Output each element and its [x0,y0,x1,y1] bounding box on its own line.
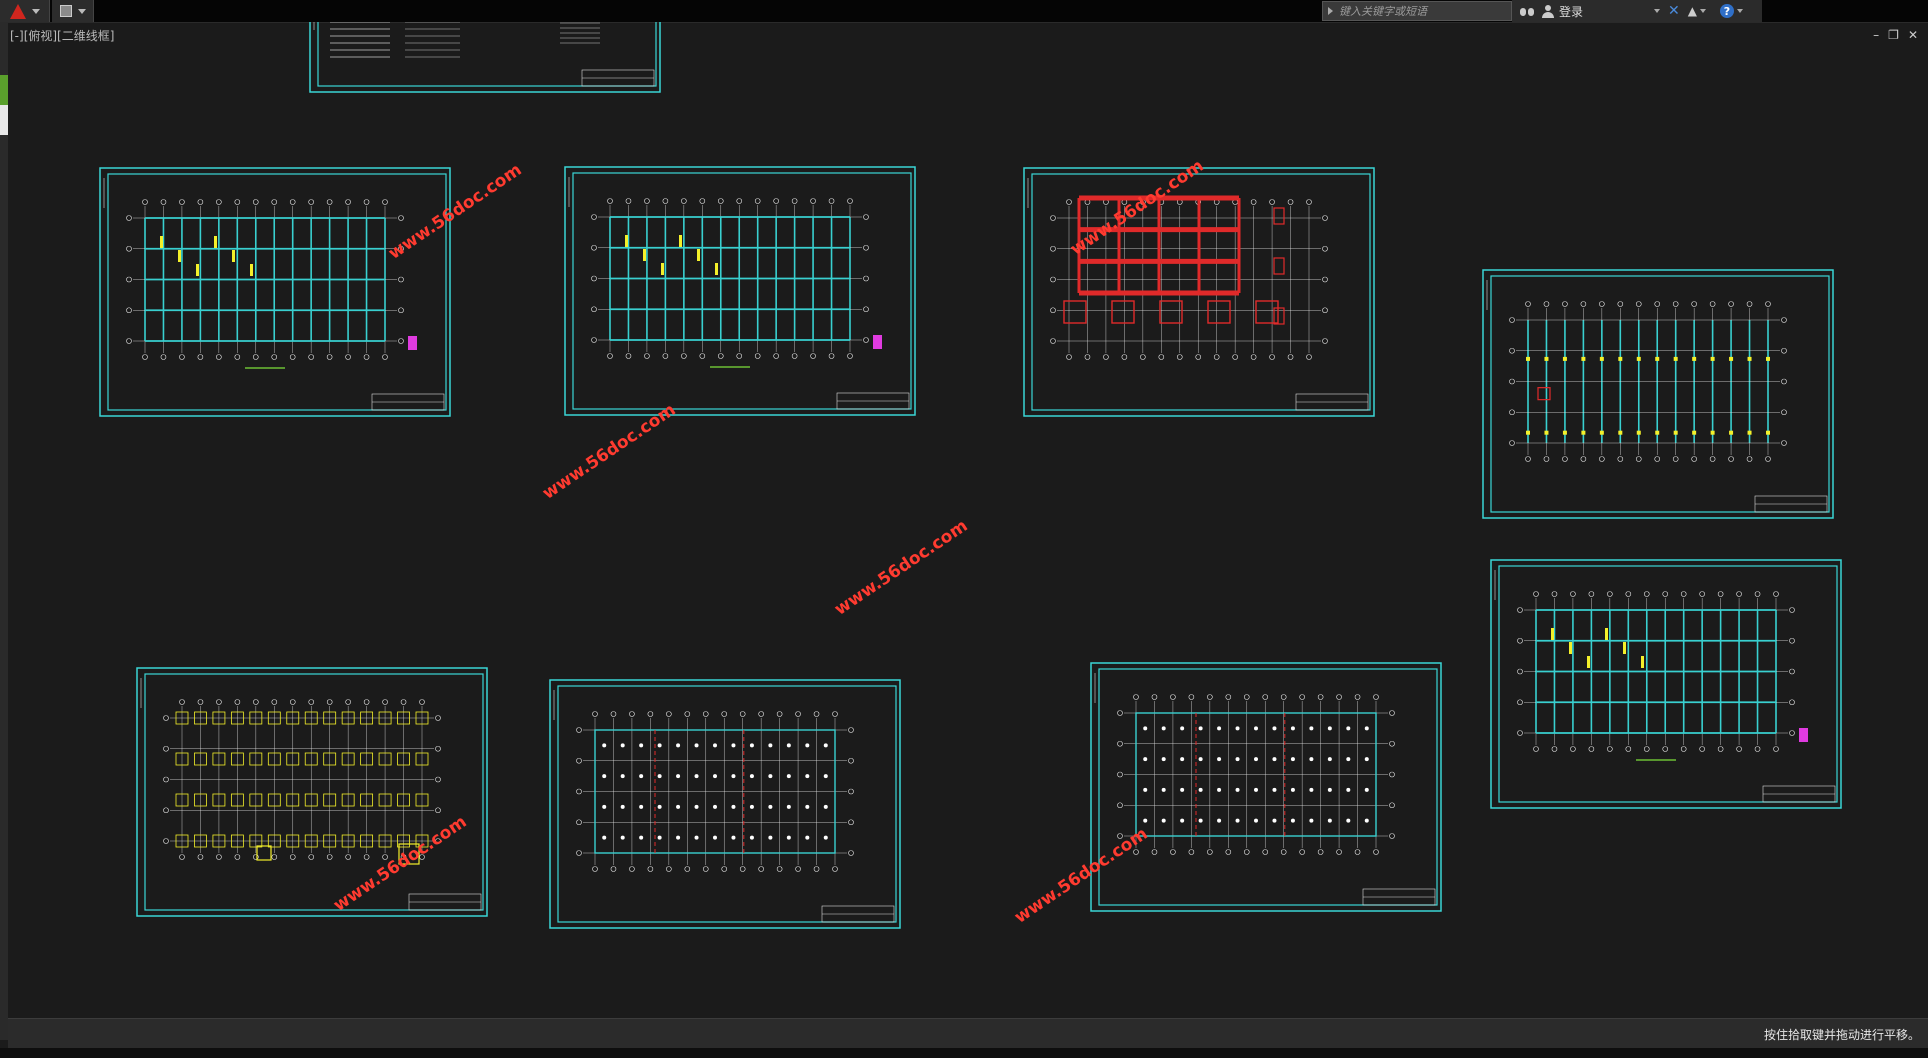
expand-arrow-icon[interactable] [1328,7,1333,15]
left-panel-tab[interactable] [0,105,8,135]
a360-button[interactable]: ▲ [1688,4,1706,18]
chevron-down-icon [77,8,86,14]
chevron-down-icon [1654,9,1661,13]
exchange-apps-button[interactable]: ✕ [1668,3,1680,19]
minimize-icon[interactable]: – [1873,28,1879,42]
sign-in-button[interactable]: 登录 [1542,3,1583,20]
a360-icon: ▲ [1687,4,1697,18]
chevron-down-icon [1736,9,1743,13]
search-binoculars-button[interactable] [1520,5,1534,17]
drawing-canvas[interactable]: www.56doc.com www.56doc.com www.56doc.com w… [8,22,1928,1022]
autocad-logo-icon [9,3,26,19]
drawing-window-controls: – ❐ ✕ [1873,28,1918,42]
close-icon[interactable]: ✕ [1908,28,1918,42]
search-box[interactable] [1322,1,1512,21]
drawing-sheet[interactable] [564,166,916,416]
drawing-sheet[interactable] [99,167,451,417]
window-bottom-edge [0,1048,1928,1058]
status-message: 按住拾取键并拖动进行平移。 [1763,1028,1920,1042]
watermark-text: www.56doc.com [330,812,471,916]
left-panel-edge [0,22,8,1040]
watermark-text: www.56doc.com [385,160,526,264]
drawing-sheet[interactable] [1023,167,1375,417]
title-bar: 登录 ✕ ▲ ? [0,0,1928,23]
sign-in-label: 登录 [1559,4,1584,19]
x-exchange-icon: ✕ [1668,3,1680,19]
left-panel-tab[interactable] [0,75,8,105]
watermark-text: www.56doc.com [1067,156,1208,260]
drawing-sheet[interactable] [136,667,488,917]
status-bar: 按住拾取键并拖动进行平移。 [8,1018,1928,1048]
user-icon [1542,4,1554,18]
restore-icon[interactable]: ❐ [1888,28,1899,42]
info-center-toolbar: 登录 ✕ ▲ ? [1512,0,1762,22]
drawing-sheet[interactable] [1490,559,1842,809]
sign-in-dropdown[interactable] [1651,9,1661,13]
drawing-sheet[interactable] [549,679,901,929]
help-button[interactable]: ? [1719,4,1743,18]
drawing-sheet[interactable] [309,22,661,93]
model-space-drawing[interactable]: www.56doc.com www.56doc.com www.56doc.com w… [8,22,1928,1018]
drawing-sheet[interactable] [1090,662,1442,912]
watermark-text: www.56doc.com [1011,824,1152,928]
watermark-text: www.56doc.com [831,516,972,620]
help-icon: ? [1719,4,1734,18]
quick-access-save-button[interactable] [52,0,94,22]
binoculars-icon [1520,5,1534,17]
search-input[interactable] [1339,4,1499,18]
application-menu-button[interactable] [0,0,50,22]
chevron-down-icon [31,8,40,14]
save-icon [59,5,72,17]
chevron-down-icon [1699,9,1706,13]
drawing-sheet[interactable] [1482,269,1834,519]
viewport-controls-label[interactable]: [-][俯视][二维线框] [10,27,114,44]
